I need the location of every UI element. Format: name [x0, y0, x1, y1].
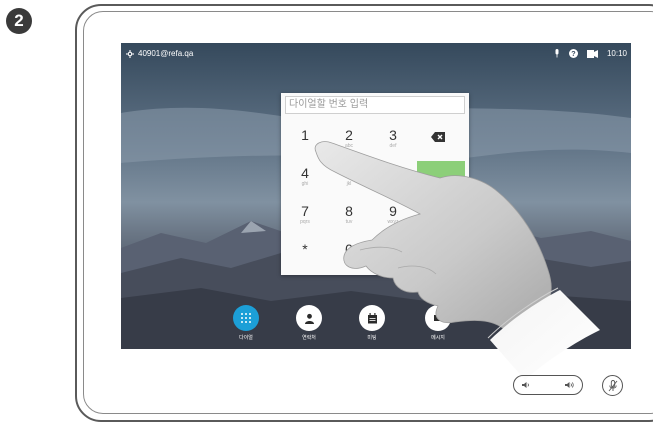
key-9[interactable]: 9 wxyz [373, 199, 413, 233]
microphone-icon[interactable] [554, 49, 560, 58]
svg-text:?: ? [571, 49, 575, 58]
calendar-icon [359, 305, 385, 331]
nav-dial-button[interactable]: 다이얼 [233, 305, 259, 341]
call-button[interactable]: 통화 [417, 161, 465, 211]
step-number-badge: 2 [6, 8, 32, 34]
key-5[interactable]: 5 jkl [329, 161, 369, 195]
key-0[interactable]: 0 + [329, 237, 369, 271]
system-address: 40901@refa.qa [138, 49, 194, 58]
settings-icon[interactable] [126, 49, 134, 58]
contact-icon [296, 305, 322, 331]
key-2[interactable]: 2 abc [329, 123, 369, 157]
volume-control[interactable] [513, 375, 583, 395]
key-3[interactable]: 3 def [373, 123, 413, 157]
key-1[interactable]: 1 [285, 123, 325, 157]
key-8[interactable]: 8 tuv [329, 199, 369, 233]
clock: 10:10 [606, 49, 627, 58]
screen: 40901@refa.qa ? 10:10 다이얼할 번호 입력 1 2 abc … [121, 43, 631, 349]
message-icon [425, 305, 451, 331]
key-hash[interactable]: # [373, 237, 413, 271]
dialpad-icon [233, 305, 259, 331]
mute-button[interactable] [602, 375, 623, 396]
status-bar: 40901@refa.qa ? 10:10 [121, 43, 631, 63]
nav-dial-label: 다이얼 [239, 335, 253, 341]
help-icon[interactable]: ? [568, 49, 578, 58]
volume-down-icon[interactable] [522, 381, 530, 389]
nav-contacts-button[interactable]: 연락처 [296, 305, 322, 341]
nav-messages-button[interactable]: 메시지 [425, 305, 451, 341]
key-6[interactable]: 6 mno [373, 161, 413, 195]
dial-number-input[interactable]: 다이얼할 번호 입력 [285, 96, 465, 114]
volume-up-icon[interactable] [565, 381, 575, 389]
microphone-mute-icon [608, 379, 618, 392]
backspace-icon[interactable] [431, 129, 445, 142]
nav-contacts-label: 연락처 [302, 335, 316, 341]
bottom-navigation: 다이얼 연락처 미팅 메시지 [121, 299, 631, 349]
key-7[interactable]: 7 pqrs [285, 199, 325, 233]
self-view-icon[interactable] [586, 49, 598, 58]
nav-messages-label: 메시지 [431, 335, 445, 341]
nav-meetings-label: 미팅 [367, 335, 377, 341]
nav-meetings-button[interactable]: 미팅 [359, 305, 385, 341]
key-star[interactable]: * [285, 237, 325, 271]
key-4[interactable]: 4 ghi [285, 161, 325, 195]
dialpad-panel: 다이얼할 번호 입력 1 2 abc 3 def 4 ghi 5 jkl 6 mno 7p… [281, 93, 469, 275]
